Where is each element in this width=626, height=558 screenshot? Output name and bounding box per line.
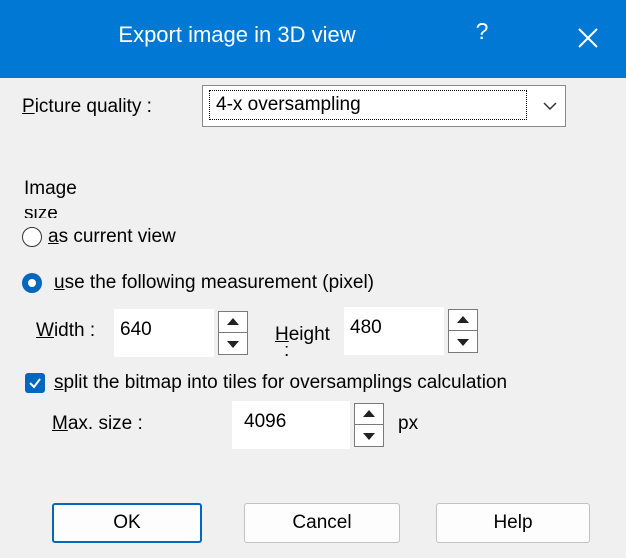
width-label: Width : bbox=[36, 320, 96, 341]
checkmark-icon bbox=[29, 378, 41, 389]
split-tiles-label[interactable]: split the bitmap into tiles for oversamp… bbox=[54, 372, 507, 394]
as-current-view-radio[interactable] bbox=[22, 227, 42, 247]
width-down-arrow-icon[interactable] bbox=[219, 333, 247, 354]
width-input[interactable]: 640 bbox=[114, 309, 214, 357]
picture-quality-value: 4-x oversampling bbox=[209, 90, 527, 120]
max-size-spinner[interactable] bbox=[354, 403, 384, 447]
max-size-unit: px bbox=[398, 413, 419, 434]
picture-quality-dropdown[interactable]: 4-x oversampling bbox=[202, 85, 566, 127]
height-label-clipped: : bbox=[284, 346, 294, 356]
help-question-button[interactable]: ? bbox=[470, 18, 494, 45]
height-spinner[interactable] bbox=[448, 309, 478, 353]
height-input[interactable]: 480 bbox=[344, 307, 444, 355]
ok-button[interactable]: OK bbox=[52, 503, 202, 543]
height-up-arrow-icon[interactable] bbox=[449, 310, 477, 331]
help-button[interactable]: Help bbox=[436, 503, 590, 543]
width-up-arrow-icon[interactable] bbox=[219, 312, 247, 333]
height-label: Height bbox=[275, 324, 330, 345]
max-size-input[interactable]: 4096 bbox=[232, 401, 350, 449]
use-measurement-label[interactable]: use the following measurement (pixel) bbox=[54, 272, 374, 294]
picture-quality-label: Picture quality : bbox=[22, 96, 152, 117]
image-size-label-clipped: size bbox=[24, 209, 84, 218]
close-icon[interactable] bbox=[568, 18, 608, 58]
max-size-label: Max. size : bbox=[52, 413, 143, 434]
height-down-arrow-icon[interactable] bbox=[449, 331, 477, 352]
title-bar: Export image in 3D view ? bbox=[0, 0, 626, 78]
dialog-title: Export image in 3D view bbox=[118, 22, 356, 47]
image-size-label: Image bbox=[24, 178, 77, 199]
chevron-down-icon bbox=[535, 86, 565, 126]
width-spinner[interactable] bbox=[218, 311, 248, 355]
use-measurement-radio[interactable] bbox=[22, 273, 42, 293]
max-size-up-arrow-icon[interactable] bbox=[355, 404, 383, 425]
max-size-down-arrow-icon[interactable] bbox=[355, 425, 383, 446]
cancel-button[interactable]: Cancel bbox=[244, 503, 400, 543]
as-current-view-label[interactable]: as current view bbox=[48, 226, 176, 248]
split-tiles-checkbox[interactable] bbox=[25, 373, 45, 393]
